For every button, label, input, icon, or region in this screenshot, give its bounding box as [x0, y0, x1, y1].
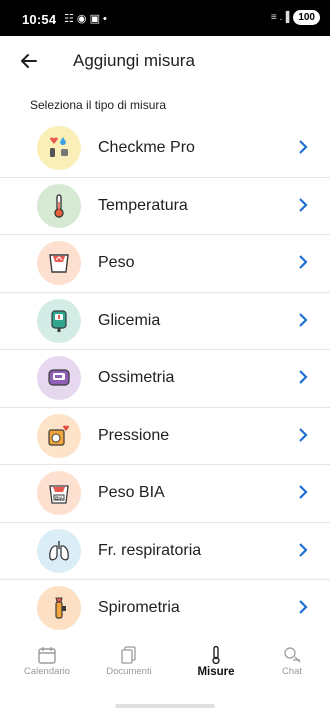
battery-icon: 100 — [293, 10, 320, 25]
signal-icon: ≡ .▐ — [270, 12, 290, 23]
chevron-right-icon — [299, 255, 308, 269]
spirometer-icon — [55, 597, 66, 619]
measure-item-fr-respiratoria[interactable]: Fr. respiratoria — [0, 523, 330, 580]
measure-item-label: Spirometria — [98, 599, 180, 616]
measure-item-label: Ossimetria — [98, 369, 175, 386]
nav-label: Misure — [197, 666, 235, 678]
fr-respiratoria-avatar — [37, 528, 81, 573]
nav-label: Documenti — [106, 666, 152, 677]
status-indicators: ≡ .▐ 100 — [271, 10, 320, 25]
chevron-right-icon — [299, 600, 308, 614]
app-header: Aggiungi misura — [0, 36, 330, 86]
measure-item-ossimetria[interactable]: Ossimetria — [0, 350, 330, 408]
measure-item-label: Checkme Pro — [98, 139, 195, 156]
chevron-right-icon — [299, 370, 308, 384]
bottom-nav: Calendario Documenti Misure Chat — [0, 642, 330, 690]
blood-pressure-icon — [48, 425, 69, 446]
svg-text:BIA: BIA — [55, 495, 64, 500]
measure-item-pressione[interactable]: Pressione — [0, 408, 330, 465]
chevron-right-icon — [299, 485, 308, 499]
chevron-right-icon — [299, 312, 308, 327]
thermometer-icon — [212, 646, 220, 664]
nav-item-chat[interactable]: Chat — [251, 642, 330, 690]
temperatura-avatar — [37, 183, 81, 228]
chevron-right-icon — [299, 542, 308, 557]
scale-icon — [49, 254, 69, 273]
lungs-icon — [49, 540, 69, 560]
measure-item-temperatura[interactable]: Temperatura — [0, 178, 330, 235]
thermometer-icon — [54, 193, 64, 218]
status-time: 10:54 — [22, 12, 57, 27]
measure-item-label: Glicemia — [98, 311, 161, 329]
measure-item-glicemia[interactable]: Glicemia — [0, 293, 330, 350]
chevron-right-icon — [299, 140, 308, 154]
checkme-avatar — [37, 126, 81, 170]
gesture-handle[interactable] — [115, 704, 215, 708]
notification-icons: ☷ ◉ ▣ • — [64, 13, 107, 25]
status-bar: 10:54 ☷ ◉ ▣ • ≡ .▐ 100 — [0, 0, 330, 36]
measure-item-peso[interactable]: Peso — [0, 235, 330, 293]
peso-avatar — [37, 241, 81, 285]
spirometria-avatar — [37, 586, 81, 630]
measure-item-label: Peso — [98, 254, 135, 271]
calendar-icon — [38, 647, 56, 664]
back-button[interactable] — [14, 46, 44, 76]
nav-label: Calendario — [24, 666, 70, 677]
chat-icon — [284, 647, 301, 663]
measure-list: Checkme Pro Temperatura Peso Glicemia Os… — [0, 120, 330, 638]
section-label: Seleziona il tipo di misura — [30, 98, 167, 112]
chevron-right-icon — [299, 197, 308, 212]
oximeter-icon — [48, 369, 70, 386]
gesture-bar — [0, 690, 330, 708]
measure-item-label: Pressione — [98, 426, 170, 444]
arrow-left-icon — [21, 54, 37, 68]
measure-item-label: Fr. respiratoria — [98, 541, 202, 559]
ossimetria-avatar — [37, 356, 81, 400]
nav-item-documenti[interactable]: Documenti — [88, 642, 170, 690]
nav-label: Chat — [281, 666, 303, 677]
measure-item-checkme-pro[interactable]: Checkme Pro — [0, 120, 330, 178]
nav-item-calendario[interactable]: Calendario — [6, 642, 88, 690]
documents-icon — [121, 646, 136, 664]
measure-item-peso-bia[interactable]: BIA Peso BIA — [0, 465, 330, 523]
chevron-right-icon — [299, 427, 308, 442]
bia-scale-icon: BIA — [49, 485, 69, 504]
checkme-device-icon — [50, 137, 68, 157]
glucometer-icon — [51, 309, 67, 332]
measure-item-spirometria[interactable]: Spirometria — [0, 580, 330, 638]
page-title: Aggiungi misura — [73, 51, 195, 70]
measure-item-label: Peso BIA — [98, 484, 165, 501]
peso-bia-avatar: BIA — [37, 471, 81, 515]
glicemia-avatar — [37, 298, 81, 343]
measure-item-label: Temperatura — [98, 196, 188, 214]
nav-item-misure[interactable]: Misure — [175, 642, 257, 690]
pressione-avatar — [37, 413, 81, 458]
